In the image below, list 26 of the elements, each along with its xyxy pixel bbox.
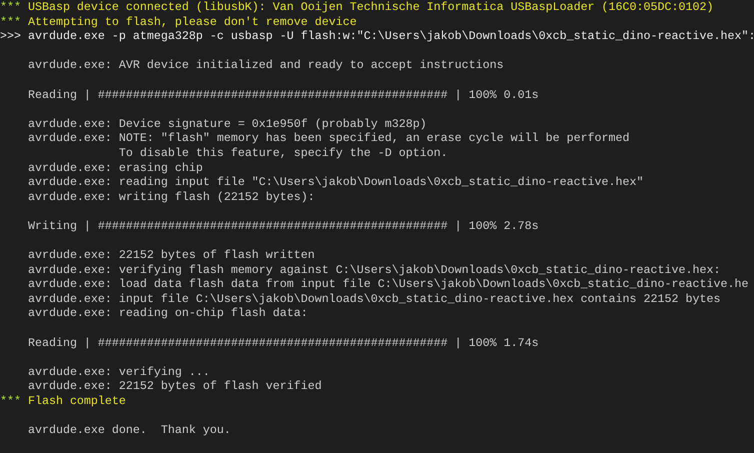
output-line: avrdude.exe: AVR device initialized and ready to accept instructions: [28, 58, 504, 73]
output-line: avrdude.exe: reading input file "C:\Users\jakob\Downloads\0xcb_static_dino-reactive.hex": [28, 175, 644, 190]
progress-line: Reading | ################################################## | 100% 1.74s: [28, 336, 539, 350]
output-line: avrdude.exe: verifying flash memory against C:\Users\jakob\Downloads\0xcb_static_dino-reactive.hex:: [28, 262, 720, 278]
message-marker: ***: [0, 14, 22, 30]
progress-line: Reading | ################################################## | 100% 0.01s: [28, 88, 539, 102]
output-line: avrdude.exe: 22152 bytes of flash written: [28, 248, 315, 263]
output-line: avrdude.exe: 22152 bytes of flash verified: [28, 379, 322, 394]
output-line: avrdude.exe: writing flash (22152 bytes):: [28, 190, 315, 204]
output-line: avrdude.exe: Device signature = 0x1e950f (probably m328p): [28, 116, 427, 132]
output-line: avrdude.exe: NOTE: "flash" memory has been specified, an erase cycle will be performed: [28, 131, 630, 146]
output-line: avrdude.exe: erasing chip: [28, 160, 203, 176]
output-line: avrdude.exe: reading on-chip flash data:: [28, 306, 308, 322]
output-line: avrdude.exe: verifying ...: [28, 364, 210, 380]
status-message: USBasp device connected (libusbK): Van Ooijen Technische Informatica USBaspLoader (16C0:05DC:0102): [28, 0, 714, 15]
output-line: avrdude.exe: input file C:\Users\jakob\Downloads\0xcb_static_dino-reactive.hex contains 22152 bytes: [28, 292, 720, 306]
prompt-marker: >>>: [0, 29, 22, 44]
output-line: avrdude.exe: load data flash data from input file C:\Users\jakob\Downloads\0xcb_static_dino-reactive.he: [28, 277, 748, 292]
message-marker: ***: [0, 394, 22, 409]
status-message: Attempting to flash, please don't remove device: [28, 14, 357, 30]
command-line: avrdude.exe -p atmega328p -c usbasp -U flash:w:"C:\Users\jakob\Downloads\0xcb_static_dino-reactive.hex":: [28, 29, 754, 44]
progress-line: Writing | ################################################## | 100% 2.78s: [28, 218, 539, 234]
status-message: Flash complete: [28, 394, 126, 409]
output-line: To disable this feature, specify the -D option.: [118, 146, 448, 161]
message-marker: ***: [0, 0, 22, 15]
output-line: avrdude.exe done. Thank you.: [28, 423, 231, 438]
